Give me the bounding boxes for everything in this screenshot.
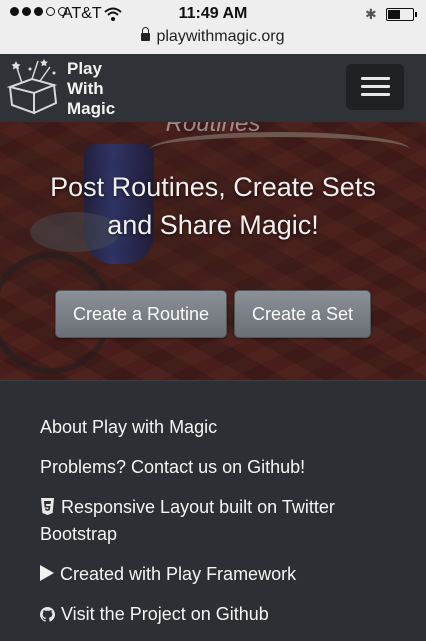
ios-status-bar: AT&T 11:49 AM ✱ playwithmagic.org [0, 0, 426, 54]
about-link[interactable]: About Play with Magic [40, 414, 380, 441]
url-text: playwithmagic.org [156, 28, 285, 45]
play-icon [40, 565, 54, 581]
github-issues-link[interactable]: Problems? Contact us on Github! [40, 454, 380, 481]
play-link-text: Created with Play Framework [60, 564, 297, 584]
hero-heading: Routines [165, 122, 261, 137]
github-link-text: Visit the Project on Github [61, 604, 269, 624]
navbar: Play With Magic [0, 54, 426, 123]
status-row: AT&T 11:49 AM ✱ [0, 4, 426, 26]
create-routine-button[interactable]: Create a Routine [55, 290, 227, 338]
hero-section: Routines Post Routines, Create Sets and … [0, 122, 426, 380]
hero-tagline-line: Post Routines, Create Sets [50, 172, 376, 202]
clock: 11:49 AM [178, 5, 248, 22]
github-icon [40, 607, 55, 622]
hero-tagline: Post Routines, Create Sets and Share Mag… [0, 168, 426, 244]
brand-line: With [67, 79, 104, 98]
brand-name: Play With Magic [67, 59, 115, 119]
menu-toggle-button[interactable] [346, 64, 404, 110]
magic-book-logo [6, 59, 58, 115]
address-bar[interactable]: playwithmagic.org [0, 27, 426, 46]
menu-icon [361, 85, 390, 88]
menu-icon [361, 77, 390, 80]
lock-icon [141, 27, 151, 41]
brand-line: Play [67, 59, 102, 78]
battery-icon [386, 8, 417, 21]
bootstrap-link-text: Responsive Layout built on Twitter Boots… [40, 497, 335, 544]
bluetooth-icon: ✱ [365, 6, 377, 22]
play-framework-link[interactable]: Created with Play Framework [40, 561, 380, 588]
menu-icon [361, 93, 390, 96]
bootstrap-link[interactable]: Responsive Layout built on Twitter Boots… [40, 494, 380, 548]
footer: About Play with Magic Problems? Contact … [0, 380, 426, 641]
battery-level [388, 10, 400, 19]
brand-link[interactable]: Play With Magic [4, 57, 134, 119]
github-project-link[interactable]: Visit the Project on Github [40, 601, 380, 628]
hero-overlay [0, 122, 426, 380]
create-set-button[interactable]: Create a Set [234, 290, 371, 338]
css3-icon [41, 498, 54, 515]
brand-line: Magic [67, 99, 116, 118]
hero-tagline-line: and Share Magic! [107, 210, 319, 240]
